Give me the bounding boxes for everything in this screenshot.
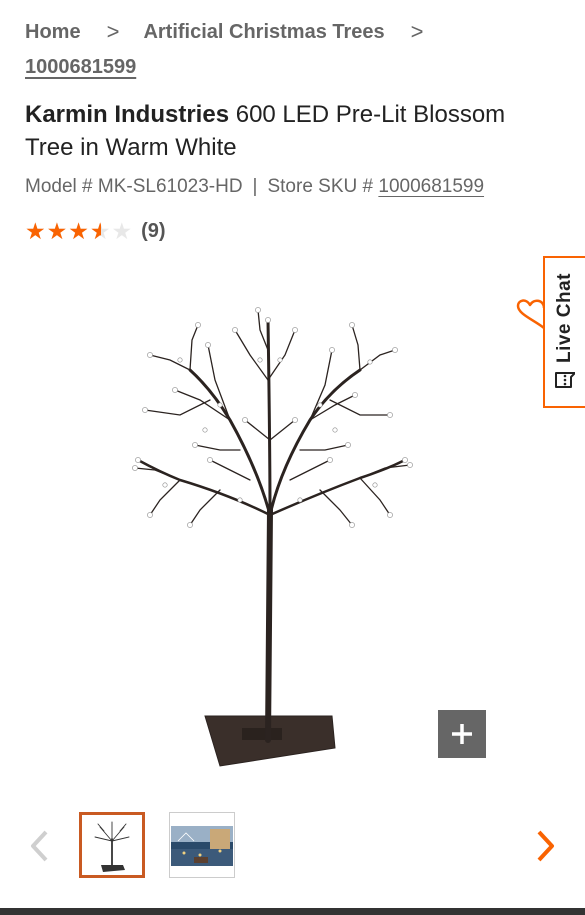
heart-icon[interactable] [514,296,546,332]
breadcrumb-sku-link[interactable]: 1000681599 [25,56,136,79]
product-main-image[interactable] [120,300,430,770]
product-identifiers: Model # MK-SL61023-HD | Store SKU # 100068… [25,176,484,198]
plus-icon [452,724,472,744]
model-number: Model # MK-SL61023-HD [25,176,243,197]
chevron-right-icon: > [106,19,120,44]
review-count[interactable]: (9) [141,220,165,243]
chevron-right-icon[interactable] [531,828,559,864]
divider: | [252,176,258,197]
product-brand[interactable]: Karmin Industries [25,101,229,128]
breadcrumb: Home > Artificial Christmas Trees > 1000… [25,18,565,79]
zoom-button[interactable] [438,710,486,758]
thumbnail-tree-image [94,821,130,872]
thumbnail-2[interactable] [169,812,235,878]
thumbnail-1[interactable] [79,812,145,878]
live-chat-label: Live Chat [554,272,575,364]
breadcrumb-home-link[interactable]: Home [25,21,81,44]
thumbnail-lifestyle-image [171,826,233,866]
store-sku-link[interactable]: 1000681599 [378,176,484,197]
breadcrumb-row: Home > Artificial Christmas Trees > [25,18,565,46]
chevron-left-icon[interactable] [26,828,54,864]
breadcrumb-category-link[interactable]: Artificial Christmas Trees [143,21,384,44]
product-rating[interactable]: ★★★★★ ★★★★★ (9) [25,218,166,244]
chat-bubble-icon [555,372,575,389]
bottom-bar [0,908,585,915]
rating-stars: ★★★★★ ★★★★★ [25,218,133,244]
live-chat-button[interactable]: Live Chat [543,256,585,408]
chevron-right-icon: > [410,19,424,44]
product-title: Karmin Industries 600 LED Pre-Lit Blosso… [25,98,525,164]
star-fill: ★★★★★ [25,218,101,244]
store-sku-label: Store SKU # [267,176,379,197]
